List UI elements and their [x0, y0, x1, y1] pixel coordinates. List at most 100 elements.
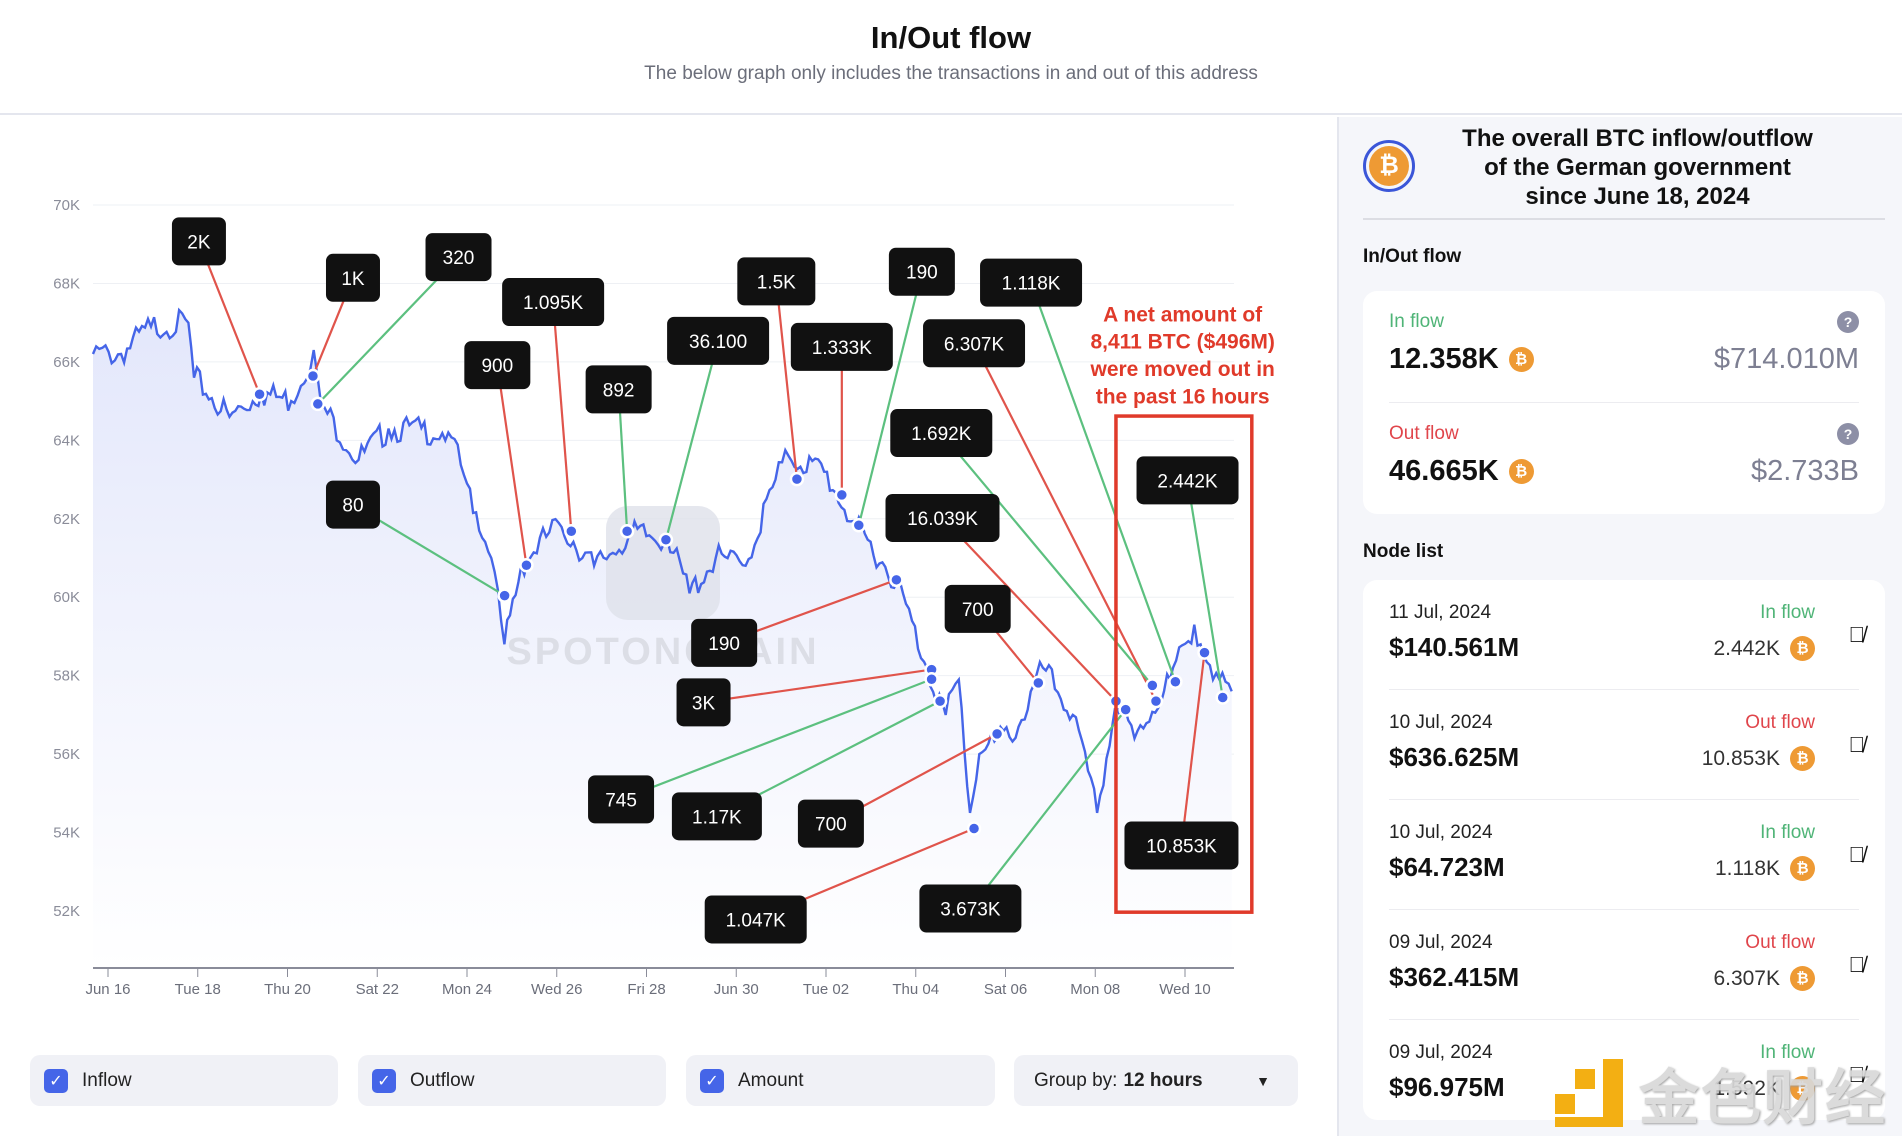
page-header: In/Out flow The below graph only include…	[0, 0, 1902, 115]
help-icon[interactable]: ?	[1837, 423, 1859, 445]
outflow-node-dot[interactable]	[519, 558, 534, 573]
node-btc: 10.853K ₿	[1702, 746, 1815, 771]
node-list-item[interactable]: 09 Jul, 2024 $362.415M Out flow 6.307K ₿ …	[1363, 910, 1885, 1020]
outflow-node-dot[interactable]	[305, 368, 321, 384]
checkbox-checked-icon[interactable]: ✓	[700, 1068, 724, 1093]
amount-label: 10.853K	[1146, 836, 1217, 857]
node-type: Out flow	[1745, 932, 1815, 953]
checkbox-checked-icon[interactable]: ✓	[44, 1068, 68, 1093]
amount-label: 3K	[692, 693, 716, 714]
eye-slash-icon[interactable]: 👁̸	[1849, 842, 1866, 868]
node-usd: $362.415M	[1389, 962, 1520, 992]
amount-label: 700	[962, 600, 994, 621]
inflow-btc-value: 12.358K	[1389, 343, 1499, 375]
spotonchain-watermark: SPOTONCHAIN	[506, 631, 819, 673]
node-btc: 2.442K ₿	[1713, 636, 1815, 661]
y-tick-label: 56K	[53, 746, 80, 763]
spotonchain-logo-icon	[606, 506, 720, 620]
inflow-node-dot[interactable]	[1168, 674, 1183, 689]
inflow-node-dot[interactable]	[851, 517, 867, 533]
inflow-node-dot[interactable]	[932, 693, 948, 709]
group-by-label: Group by:	[1034, 1069, 1118, 1091]
outflow-node-dot[interactable]	[1197, 645, 1212, 660]
title-line: The overall BTC inflow/outflow	[1462, 125, 1813, 152]
amount-label: 190	[906, 263, 938, 284]
bitcoin-icon: ₿	[1369, 146, 1409, 186]
callout-text: the past 16 hours	[1096, 385, 1270, 408]
outflow-connector	[552, 301, 573, 532]
outflow-node-dot[interactable]	[834, 487, 850, 503]
y-tick-label: 58K	[53, 668, 80, 685]
callout-text: were moved out in	[1089, 358, 1274, 381]
y-tick-label: 70K	[53, 197, 80, 214]
inflow-node-dot[interactable]	[310, 396, 326, 412]
bitcoin-icon: ₿	[1508, 459, 1534, 484]
amount-label: 1.333K	[812, 338, 873, 359]
outflow-node-dot[interactable]	[889, 572, 904, 588]
eye-slash-icon[interactable]: 👁̸	[1849, 732, 1866, 758]
inflow-toggle[interactable]: ✓ Inflow	[30, 1055, 338, 1106]
callout-text: 8,411 BTC ($496M)	[1090, 331, 1274, 354]
outflow-toggle[interactable]: ✓ Outflow	[358, 1055, 666, 1106]
divider	[1363, 218, 1885, 220]
inflow-node-dot[interactable]	[658, 532, 674, 548]
node-date: 10 Jul, 2024	[1389, 822, 1493, 843]
title-line: of the German government	[1484, 154, 1791, 181]
bitcoin-logo: ₿	[1363, 140, 1415, 192]
inflow-node-dot[interactable]	[1145, 678, 1160, 693]
amount-label: 320	[443, 248, 475, 269]
amount-label: 2.442K	[1157, 471, 1218, 492]
inflow-node-dot[interactable]	[497, 588, 512, 603]
outflow-node-dot[interactable]	[1031, 675, 1046, 691]
amount-label: 2K	[187, 232, 211, 253]
x-tick-label: Mon 08	[1070, 981, 1120, 998]
node-date: 10 Jul, 2024	[1389, 712, 1493, 733]
inflow-node-dot[interactable]	[924, 672, 939, 687]
node-list-item[interactable]: 11 Jul, 2024 $140.561M In flow 2.442K ₿ 👁…	[1363, 580, 1885, 690]
outflow-node-dot[interactable]	[989, 726, 1005, 742]
page-title: In/Out flow	[870, 20, 1032, 55]
y-tick-label: 68K	[53, 275, 80, 292]
caret-down-icon: ▼	[1256, 1072, 1270, 1089]
title-line: since June 18, 2024	[1525, 183, 1750, 210]
outflow-node-dot[interactable]	[966, 821, 982, 836]
node-btc-value: 2.442K	[1713, 636, 1780, 660]
x-tick-label: Jun 16	[85, 981, 130, 998]
x-tick-label: Tue 02	[803, 981, 849, 998]
checkbox-checked-icon[interactable]: ✓	[372, 1068, 396, 1093]
flow-heading: In/Out flow	[1363, 246, 1462, 267]
help-icon[interactable]: ?	[1837, 311, 1859, 333]
group-by-select[interactable]: Group by: 12 hours ▼	[1014, 1055, 1298, 1106]
inflow-connector	[940, 432, 1154, 687]
outflow-node-dot[interactable]	[564, 524, 579, 539]
node-list-item[interactable]: 10 Jul, 2024 $636.625M Out flow 10.853K ₿…	[1363, 690, 1885, 800]
node-usd: $96.975M	[1389, 1072, 1505, 1102]
outflow-node-dot[interactable]	[1148, 693, 1164, 709]
node-btc: 1.118K ₿	[1715, 856, 1815, 881]
amount-toggle[interactable]: ✓ Amount	[686, 1055, 995, 1106]
eye-slash-icon[interactable]: 👁̸	[1849, 952, 1866, 978]
eye-slash-icon[interactable]: 👁̸	[1849, 622, 1866, 648]
x-tick-label: Tue 18	[175, 981, 221, 998]
amount-label: 190	[708, 634, 740, 655]
outflow-node-dot[interactable]	[789, 471, 805, 487]
amount-label: 1.5K	[757, 272, 796, 293]
node-type: In flow	[1760, 822, 1815, 843]
inflow-node-dot[interactable]	[1118, 702, 1133, 717]
inflow-node-dot[interactable]	[1215, 690, 1230, 705]
inflow-node-dot[interactable]	[619, 524, 635, 539]
amount-label: 1.047K	[726, 910, 787, 931]
bitcoin-icon: ₿	[1790, 966, 1815, 991]
amount-label: 36.100	[689, 332, 747, 353]
x-tick-label: Wed 10	[1159, 981, 1210, 998]
node-date: 09 Jul, 2024	[1389, 932, 1493, 953]
amount-label: 16.039K	[907, 509, 978, 530]
amount-label: 1.17K	[692, 807, 742, 828]
outflow-btc-value: 46.665K	[1389, 455, 1499, 487]
bitcoin-icon: ₿	[1790, 636, 1815, 661]
node-usd: $140.561M	[1389, 632, 1520, 662]
y-tick-label: 62K	[53, 511, 80, 528]
outflow-node-dot[interactable]	[252, 386, 267, 402]
node-list-item[interactable]: 10 Jul, 2024 $64.723M In flow 1.118K ₿ 👁̸	[1363, 800, 1885, 910]
page-subtitle: The below graph only includes the transa…	[644, 63, 1258, 84]
